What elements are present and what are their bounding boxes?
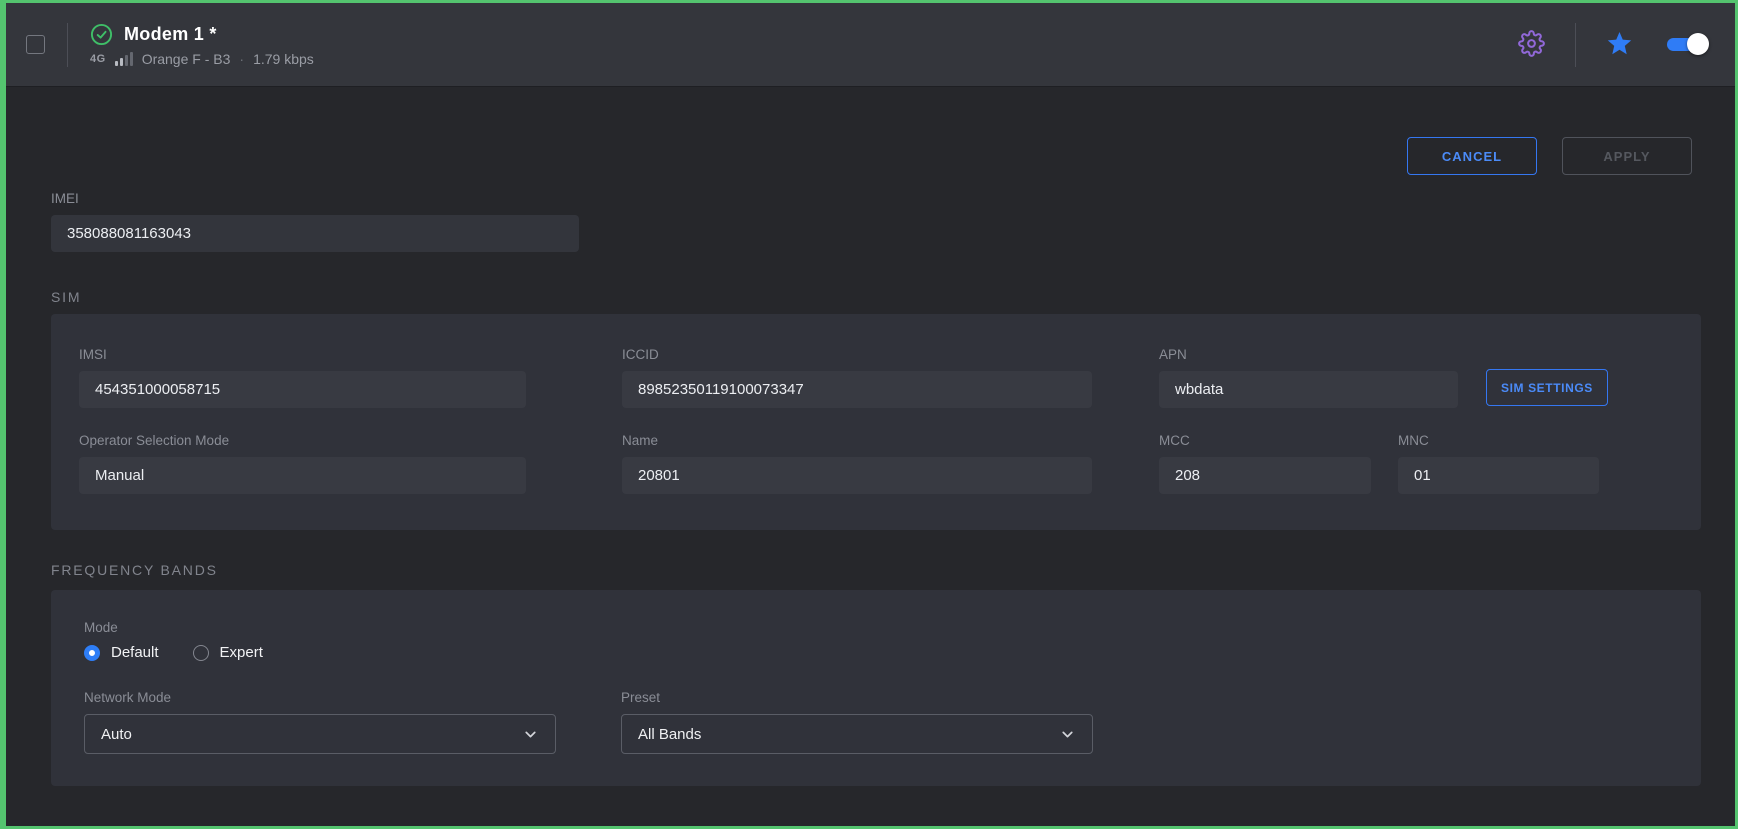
- preset-field: Preset All Bands: [621, 690, 1093, 754]
- imei-label: IMEI: [51, 191, 579, 206]
- network-mode-select[interactable]: Auto: [84, 714, 556, 754]
- mcc-input[interactable]: [1159, 457, 1371, 494]
- operator-name-field: Name: [622, 433, 1092, 494]
- imsi-field: IMSI: [79, 347, 526, 408]
- mnc-label: MNC: [1398, 433, 1599, 448]
- operator-name: Orange F - B3: [142, 51, 231, 67]
- modem-title: Modem 1 *: [124, 24, 217, 45]
- mode-radio-default[interactable]: Default: [84, 644, 159, 661]
- mcc-field: MCC: [1159, 433, 1371, 494]
- iccid-input[interactable]: [622, 371, 1092, 408]
- operator-selection-mode-input[interactable]: [79, 457, 526, 494]
- modem-header: Modem 1 * 4G Orange F - B3 · 1.79 kbps: [6, 3, 1735, 87]
- preset-value: All Bands: [638, 726, 701, 743]
- gear-icon: [1518, 30, 1545, 60]
- radio-selected-icon: [84, 645, 100, 661]
- sim-settings-button[interactable]: SIM SETTINGS: [1486, 369, 1608, 406]
- imei-field: IMEI: [51, 191, 579, 252]
- toggle-knob: [1687, 33, 1709, 55]
- network-mode-label: Network Mode: [84, 690, 556, 705]
- network-mode-field: Network Mode Auto: [84, 690, 556, 754]
- data-speed: 1.79 kbps: [253, 51, 314, 67]
- mode-radio-group: Default Expert: [84, 644, 263, 661]
- imsi-label: IMSI: [79, 347, 526, 362]
- apn-label: APN: [1159, 347, 1458, 362]
- dot-separator: ·: [239, 51, 244, 67]
- network-mode-value: Auto: [101, 726, 132, 743]
- name-label: Name: [622, 433, 1092, 448]
- mcc-label: MCC: [1159, 433, 1371, 448]
- imei-input[interactable]: [51, 215, 579, 252]
- star-icon: [1606, 30, 1633, 60]
- sim-card: IMSI ICCID APN SIM SETTINGS Operator Sel…: [51, 314, 1701, 530]
- operator-selection-mode-label: Operator Selection Mode: [79, 433, 526, 448]
- frequency-bands-card: Mode Default Expert Network Mode Auto: [51, 590, 1701, 786]
- chevron-down-icon: [1059, 726, 1076, 743]
- mnc-field: MNC: [1398, 433, 1599, 494]
- cancel-button[interactable]: CANCEL: [1407, 137, 1537, 175]
- frequency-bands-section-label: FREQUENCY BANDS: [51, 562, 218, 578]
- favorite-button[interactable]: [1602, 26, 1637, 64]
- header-divider: [1575, 23, 1576, 67]
- mode-expert-label: Expert: [220, 644, 263, 661]
- select-modem-checkbox[interactable]: [26, 35, 45, 54]
- form-actions: CANCEL APPLY: [1407, 137, 1692, 175]
- status-ok-icon: [90, 23, 113, 46]
- iccid-label: ICCID: [622, 347, 1092, 362]
- mode-default-label: Default: [111, 644, 159, 661]
- chevron-down-icon: [522, 726, 539, 743]
- network-type-label: 4G: [90, 53, 106, 65]
- preset-select[interactable]: All Bands: [621, 714, 1093, 754]
- apn-field: APN: [1159, 347, 1458, 408]
- header-divider: [67, 23, 68, 67]
- modem-enable-toggle[interactable]: [1667, 33, 1709, 56]
- modem-title-block: Modem 1 * 4G Orange F - B3 · 1.79 kbps: [90, 23, 314, 67]
- signal-strength-icon: [115, 52, 133, 66]
- sim-section-label: SIM: [51, 289, 81, 305]
- mode-label: Mode: [84, 620, 118, 635]
- radio-unselected-icon: [193, 645, 209, 661]
- iccid-field: ICCID: [622, 347, 1092, 408]
- preset-label: Preset: [621, 690, 1093, 705]
- modem-settings-button[interactable]: [1514, 26, 1549, 64]
- operator-selection-mode-field: Operator Selection Mode: [79, 433, 526, 494]
- mode-radio-expert[interactable]: Expert: [193, 644, 263, 661]
- modem-config-window: Modem 1 * 4G Orange F - B3 · 1.79 kbps: [0, 0, 1738, 829]
- apn-input[interactable]: [1159, 371, 1458, 408]
- apply-button[interactable]: APPLY: [1562, 137, 1692, 175]
- mnc-input[interactable]: [1398, 457, 1599, 494]
- imsi-input[interactable]: [79, 371, 526, 408]
- name-input[interactable]: [622, 457, 1092, 494]
